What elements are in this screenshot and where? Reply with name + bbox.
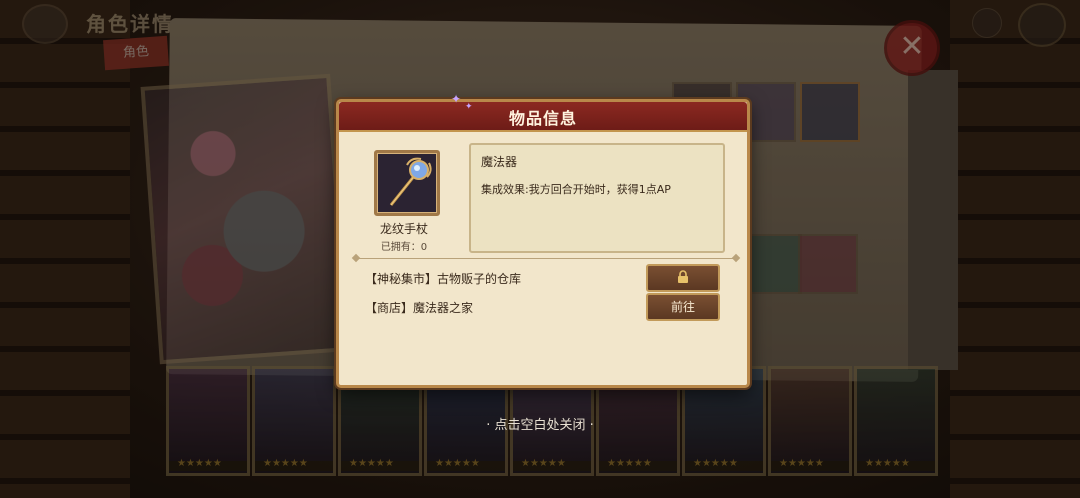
divider bbox=[359, 258, 733, 259]
source-mystery-market: 【神秘集市】古物贩子的仓库 bbox=[365, 272, 522, 286]
dialog-header: ✦ ✦ 物品信息 bbox=[339, 92, 747, 132]
item-name: 龙纹手杖 bbox=[379, 222, 428, 236]
source-locked-button[interactable] bbox=[646, 264, 720, 292]
item-type: 魔法器 bbox=[481, 155, 518, 169]
item-effect: 集成效果:我方回合开始时，获得1点AP bbox=[481, 183, 671, 196]
sparkle-icon: ✦ bbox=[451, 92, 462, 106]
tap-to-close-hint: · 点击空白处关闭 · bbox=[486, 418, 594, 433]
source-shop: 【商店】魔法器之家 bbox=[365, 301, 474, 315]
item-info-dialog: ✦ ✦ 物品信息 龙纹手杖 已拥有：0 魔法器 集成效果:我方回合开始时，获得1… bbox=[336, 92, 750, 388]
lock-icon bbox=[678, 270, 688, 283]
staff-icon bbox=[374, 150, 440, 216]
goto-button[interactable]: 前往 bbox=[646, 293, 720, 321]
dialog-title: 物品信息 bbox=[508, 109, 577, 128]
item-owned-count: 已拥有：0 bbox=[380, 242, 428, 253]
item-description-box: 魔法器 集成效果:我方回合开始时，获得1点AP bbox=[469, 143, 725, 253]
